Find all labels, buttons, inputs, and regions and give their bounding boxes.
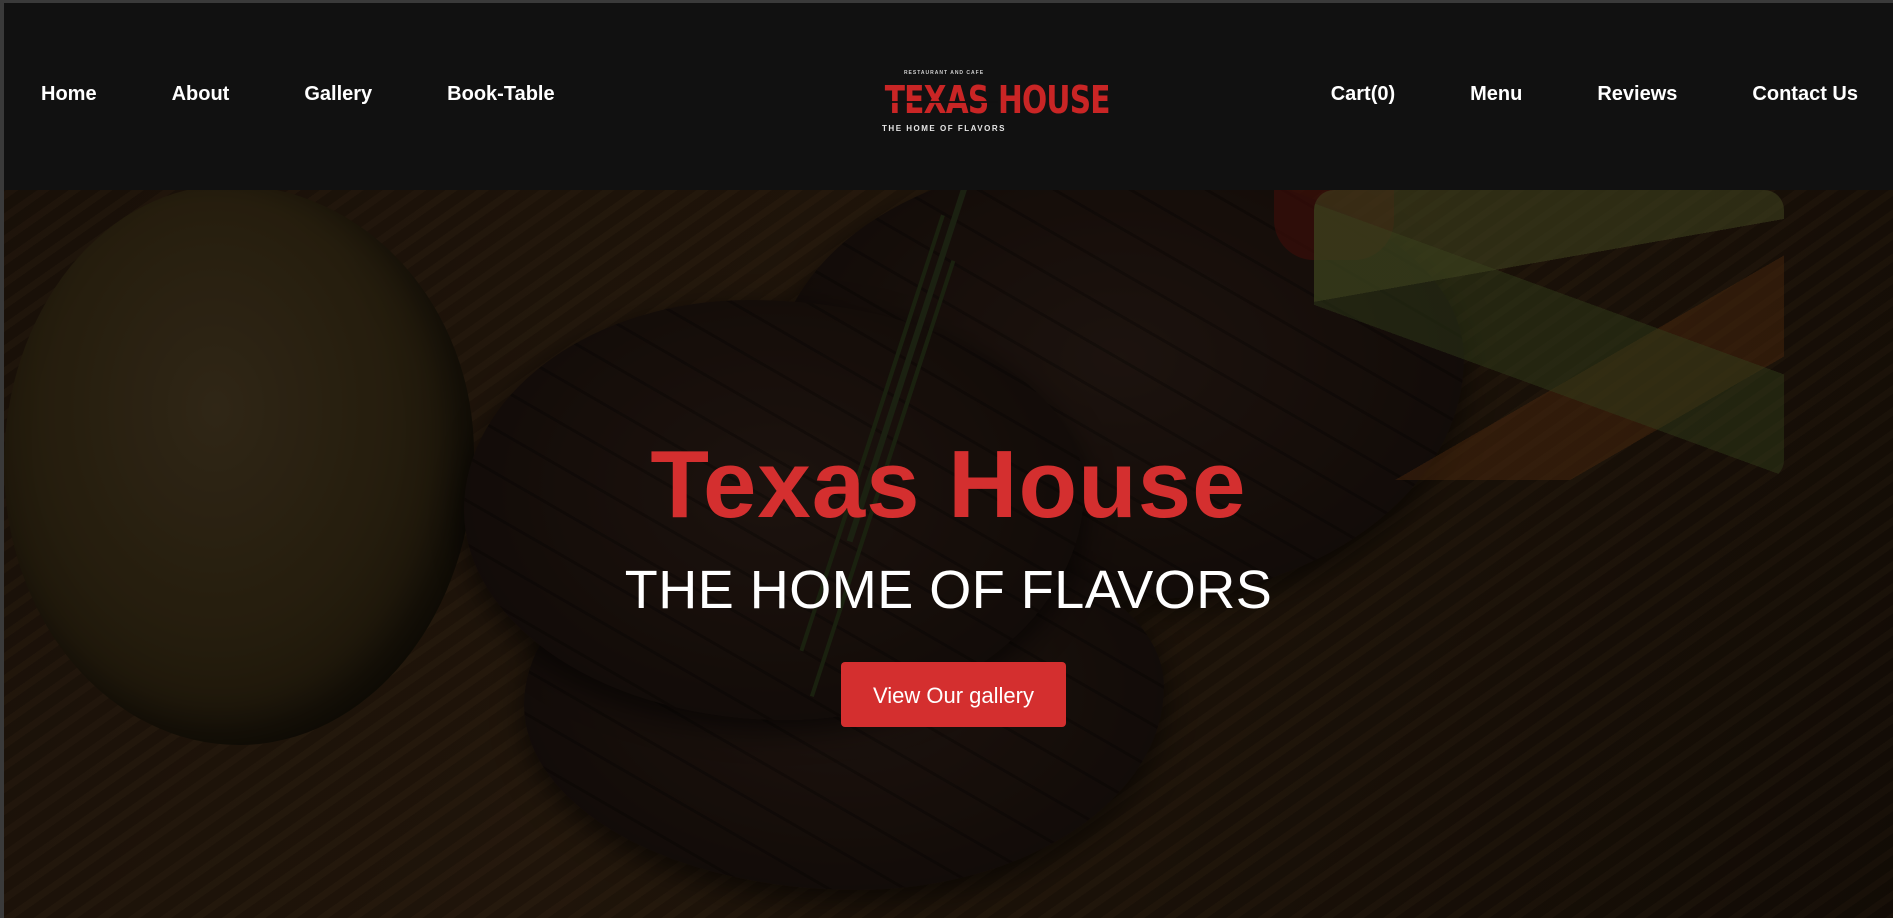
hero-dark-overlay	[4, 190, 1893, 918]
logo-tagline-top: RESTAURANT AND CAFE	[903, 70, 985, 76]
site-logo[interactable]: RESTAURANT AND CAFE TEXAS HOUSE THE HOME…	[868, 69, 1111, 145]
nav-link-home[interactable]: Home	[41, 83, 97, 106]
top-navbar: Home About Gallery Book-Table RESTAURANT…	[4, 3, 1893, 190]
nav-link-about[interactable]: About	[172, 83, 230, 106]
browser-viewport: Home About Gallery Book-Table RESTAURANT…	[0, 0, 1893, 918]
nav-link-menu[interactable]: Menu	[1470, 83, 1522, 106]
hero-section: Texas House THE HOME OF FLAVORS View Our…	[4, 190, 1893, 918]
nav-link-contact-us[interactable]: Contact Us	[1752, 83, 1858, 106]
view-gallery-button[interactable]: View Our gallery	[841, 662, 1066, 727]
nav-right-group: Cart(0) Menu Reviews Contact Us	[1331, 3, 1858, 190]
nav-left-group: Home About Gallery Book-Table	[41, 3, 555, 190]
logo-wordmark: TEXAS HOUSE	[884, 78, 1111, 122]
hero-subtitle: THE HOME OF FLAVORS	[624, 560, 1273, 620]
nav-link-book-table[interactable]: Book-Table	[447, 83, 554, 106]
hero-title: Texas House	[650, 431, 1247, 538]
logo-tagline-bottom: THE HOME OF FLAVORS	[882, 124, 1006, 133]
nav-link-gallery[interactable]: Gallery	[304, 83, 372, 106]
nav-link-reviews[interactable]: Reviews	[1597, 83, 1677, 106]
nav-link-cart[interactable]: Cart(0)	[1331, 83, 1395, 106]
